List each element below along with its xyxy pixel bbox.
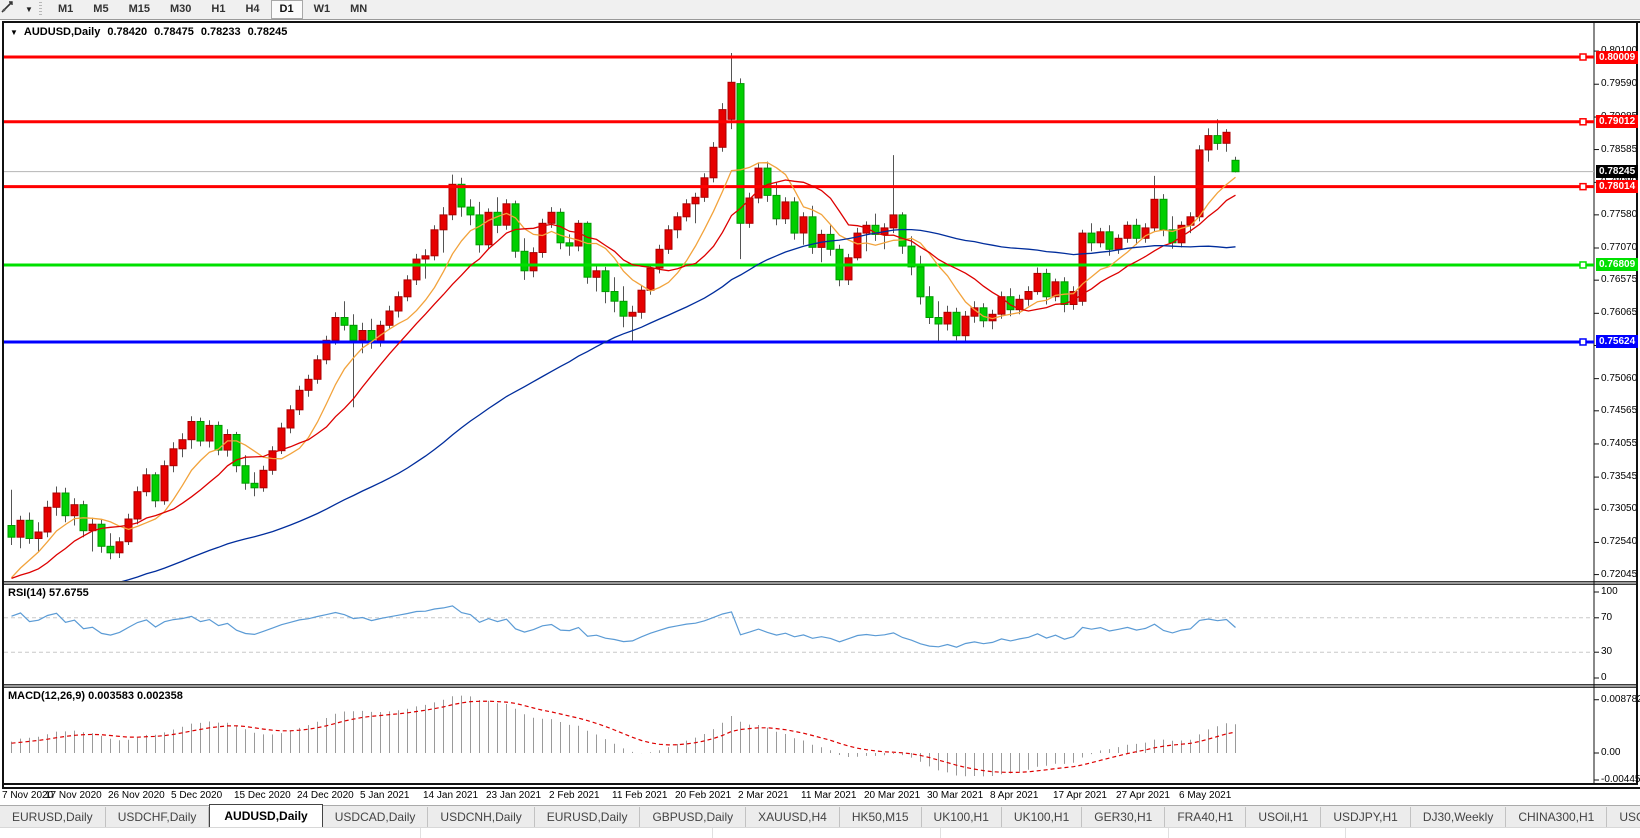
hline-price-label: 0.75624 xyxy=(1596,335,1639,348)
moving-average-13 xyxy=(11,179,1236,580)
price-tick-label: 0.76065 xyxy=(1601,307,1638,318)
price-tick-label: 0.74055 xyxy=(1601,438,1638,449)
rsi-axis-label: 0 xyxy=(1601,672,1607,683)
status-bar-separator xyxy=(1345,828,1346,838)
date-axis-label[interactable]: 2 Mar 2021 xyxy=(738,790,789,801)
hline-price-label: 0.76809 xyxy=(1596,258,1639,271)
status-bar-separator xyxy=(940,828,941,838)
horizontal-line-0.76809[interactable] xyxy=(4,261,1594,269)
chart-tab-usoil-h1[interactable]: USOil,H1 xyxy=(1246,807,1322,828)
chart-tab-eurusd-daily[interactable]: EURUSD,Daily xyxy=(0,807,106,828)
chart-window-frame xyxy=(2,21,1638,785)
date-axis-label[interactable]: 30 Mar 2021 xyxy=(927,790,983,801)
hline-price-label: 0.79012 xyxy=(1596,115,1639,128)
chart-tab-usc[interactable]: USC xyxy=(1607,807,1640,828)
macd-axis-label: 0.00 xyxy=(1601,747,1621,758)
price-tick-label: 0.79590 xyxy=(1601,78,1638,89)
macd-signal-line xyxy=(11,700,1236,774)
hline-price-label: 0.80009 xyxy=(1596,51,1639,64)
date-axis-label[interactable]: 24 Dec 2020 xyxy=(297,790,354,801)
horizontal-line-0.78014[interactable] xyxy=(4,182,1594,191)
horizontal-line-0.80009[interactable] xyxy=(4,53,1594,61)
macd-axis-label: -0.004451 xyxy=(1601,774,1640,785)
chart-tab-audusd-daily[interactable]: AUDUSD,Daily xyxy=(209,804,323,828)
chart-tab-eurusd-daily[interactable]: EURUSD,Daily xyxy=(535,807,641,828)
date-axis-label[interactable]: 20 Feb 2021 xyxy=(675,790,731,801)
price-tick-label: 0.74565 xyxy=(1601,405,1638,416)
chart-tab-china300-h1[interactable]: CHINA300,H1 xyxy=(1506,807,1608,828)
price-tick-label: 0.73545 xyxy=(1601,471,1638,482)
macd-indicator-label: MACD(12,26,9) 0.003583 0.002358 xyxy=(8,690,183,702)
price-tick-label: 0.75060 xyxy=(1601,373,1638,384)
price-tick-label: 0.73050 xyxy=(1601,503,1638,514)
status-bar-separator xyxy=(1168,828,1169,838)
price-tick-label: 0.76575 xyxy=(1601,274,1638,285)
chart-tab-fra40-h1[interactable]: FRA40,H1 xyxy=(1165,807,1247,828)
date-axis-label[interactable]: 11 Mar 2021 xyxy=(801,790,856,801)
chart-tab-xauusd-h4[interactable]: XAUUSD,H4 xyxy=(746,807,840,828)
chart-tab-ger30-h1[interactable]: GER30,H1 xyxy=(1082,807,1166,828)
current-price-label: 0.78245 xyxy=(1596,165,1639,178)
macd-values: 0.003583 0.002358 xyxy=(88,690,183,702)
ohlc-close: 0.78245 xyxy=(247,26,288,38)
chart-tab-uk100-h1[interactable]: UK100,H1 xyxy=(922,807,1002,828)
chart-canvas[interactable] xyxy=(0,0,1640,838)
rsi-axis-label: 30 xyxy=(1601,646,1613,657)
date-axis-label[interactable]: 15 Dec 2020 xyxy=(234,790,291,801)
date-axis-label[interactable]: 17 Nov 2020 xyxy=(45,790,102,801)
price-tick-label: 0.72045 xyxy=(1601,569,1638,580)
price-tick-label: 0.72540 xyxy=(1601,536,1638,547)
date-axis-label[interactable]: 11 Feb 2021 xyxy=(612,790,667,801)
date-axis-label[interactable]: 2 Feb 2021 xyxy=(549,790,600,801)
chart-tab-usdjpy-h1[interactable]: USDJPY,H1 xyxy=(1321,807,1411,828)
price-tick-label: 0.78585 xyxy=(1601,144,1638,155)
rsi-indicator-label: RSI(14) 57.6755 xyxy=(8,587,89,599)
status-bar-separator xyxy=(712,828,713,838)
date-axis-label[interactable]: 20 Mar 2021 xyxy=(864,790,920,801)
chart-tab-usdcnh-daily[interactable]: USDCNH,Daily xyxy=(428,807,535,828)
ohlc-open: 0.78420 xyxy=(107,26,148,38)
chart-title: ▼ AUDUSD,Daily 0.78420 0.78475 0.78233 0.7824… xyxy=(10,26,287,38)
rsi-line xyxy=(11,605,1236,648)
ohlc-low: 0.78233 xyxy=(200,26,241,38)
price-tick-label: 0.77580 xyxy=(1601,209,1638,220)
ohlc-high: 0.78475 xyxy=(154,26,194,38)
chart-menu-icon[interactable]: ▼ xyxy=(10,28,18,37)
mt4-terminal: ▼ M1 M5 M15 M30 H1 H4 D1 W1 MN ▼ AUDUSD,Daily 0.78… xyxy=(0,0,1640,838)
chart-tab-bar: EURUSD,Daily USDCHF,Daily AUDUSD,Daily USDC… xyxy=(0,804,1640,828)
price-tick-label: 0.77070 xyxy=(1601,242,1638,253)
status-bar xyxy=(0,827,1640,838)
date-axis-label[interactable]: 6 May 2021 xyxy=(1179,790,1231,801)
hline-price-label: 0.78014 xyxy=(1596,180,1639,193)
date-axis-label[interactable]: 27 Apr 2021 xyxy=(1116,790,1170,801)
macd-axis-label: 0.008782 xyxy=(1601,694,1640,705)
date-axis-label[interactable]: 17 Apr 2021 xyxy=(1053,790,1107,801)
macd-histogram xyxy=(11,695,1236,777)
date-axis-label[interactable]: 5 Dec 2020 xyxy=(171,790,222,801)
horizontal-line-0.79012[interactable] xyxy=(4,118,1594,126)
rsi-axis-label: 70 xyxy=(1601,612,1613,623)
chart-tab-hk50-m15[interactable]: HK50,M15 xyxy=(840,807,922,828)
status-bar-separator xyxy=(420,828,421,838)
date-axis-label[interactable]: 8 Apr 2021 xyxy=(990,790,1038,801)
rsi-axis-label: 100 xyxy=(1601,586,1618,597)
chart-tab-usdchf-daily[interactable]: USDCHF,Daily xyxy=(106,807,210,828)
moving-average-8 xyxy=(11,162,1236,579)
date-axis-label[interactable]: 23 Jan 2021 xyxy=(486,790,541,801)
chart-tab-dj30-weekly[interactable]: DJ30,Weekly xyxy=(1411,807,1507,828)
chart-tab-uk100-h1[interactable]: UK100,H1 xyxy=(1002,807,1083,828)
chart-tab-gbpusd-daily[interactable]: GBPUSD,Daily xyxy=(640,807,747,828)
chart-symbol-period: AUDUSD,Daily xyxy=(23,26,101,38)
chart-tab-usdcad-daily[interactable]: USDCAD,Daily xyxy=(323,807,429,828)
date-axis-label[interactable]: 14 Jan 2021 xyxy=(423,790,478,801)
rsi-value: 57.6755 xyxy=(48,587,89,599)
panel-separator-macd[interactable] xyxy=(4,684,1636,688)
date-axis-label[interactable]: 26 Nov 2020 xyxy=(108,790,165,801)
horizontal-line-0.75624[interactable] xyxy=(4,338,1594,346)
panel-separator-rsi[interactable] xyxy=(4,581,1636,585)
date-axis-label[interactable]: 5 Jan 2021 xyxy=(360,790,410,801)
